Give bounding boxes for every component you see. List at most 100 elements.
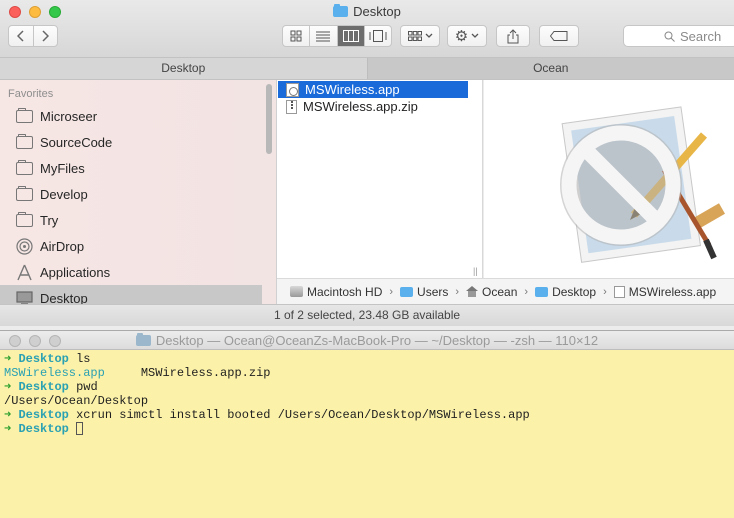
list-view-button[interactable] [310,26,338,46]
path-item-users[interactable]: Users [400,285,448,299]
arrange-grid-icon [407,31,422,41]
terminal-titlebar: Desktop — Ocean@OceanZs-MacBook-Pro — ~/… [0,330,734,350]
sidebar-item-try[interactable]: Try [0,207,262,233]
hard-drive-icon [290,286,303,297]
search-icon [664,31,675,42]
prompt-dir: Desktop [18,422,69,436]
chevron-right-icon [42,30,50,42]
path-item-mswireless-app[interactable]: MSWireless.app [613,284,717,299]
airdrop-icon [16,237,33,255]
path-separator-icon: › [455,285,460,298]
action-menu-button[interactable]: ⚙ [447,25,487,47]
path-separator-icon: › [389,285,394,298]
text-cursor [76,422,84,436]
prompt-dir: Desktop [18,380,69,394]
sidebar-item-label: Applications [40,264,111,280]
sidebar-item-airdrop[interactable]: AirDrop [0,233,262,259]
sidebar-item-label: Try [40,212,59,228]
tab-desktop[interactable]: Desktop [0,58,368,79]
sidebar-item-microseer[interactable]: Microseer [0,103,262,129]
folder-icon [135,333,151,346]
status-bar: 1 of 2 selected, 23.48 GB available [0,304,734,326]
tags-button[interactable] [539,25,579,47]
grid-icon [290,30,302,42]
terminal-line: MSWireless.app MSWireless.app.zip [4,366,730,380]
file-item-mswireless-zip[interactable]: MSWireless.app.zip [278,98,468,115]
command-text: xcrun simctl install booted /Users/Ocean… [76,408,530,422]
file-name: MSWireless.app.zip [303,99,418,114]
command-text: pwd [76,380,98,394]
prompt-arrow-icon: ➜ [4,380,19,394]
path-label: Macintosh HD [307,284,383,299]
terminal-line: ➜ Desktop pwd [4,380,730,394]
terminal-title: Desktop — Ocean@OceanZs-MacBook-Pro — ~/… [0,333,734,348]
tag-icon [550,31,568,41]
terminal-line: ➜ Desktop ls [4,352,730,366]
path-bar: Macintosh HD › Users › Ocean › Desktop ›… [277,278,734,304]
output-text: MSWireless.app [4,366,105,380]
window-title: Desktop [0,4,734,19]
gallery-view-button[interactable] [365,26,391,46]
icon-view-button[interactable] [283,26,311,46]
path-item-ocean[interactable]: Ocean [466,285,517,299]
prompt-dir: Desktop [18,408,69,422]
prompt-arrow-icon: ➜ [4,408,19,422]
sidebar-item-applications[interactable]: Applications [0,259,262,285]
applications-icon [17,264,32,280]
path-item-desktop[interactable]: Desktop [535,285,596,299]
terminal-line: ➜ Desktop xcrun simctl install booted /U… [4,408,730,422]
terminal-window: Desktop — Ocean@OceanZs-MacBook-Pro — ~/… [0,330,734,518]
sidebar-item-develop[interactable]: Develop [0,181,262,207]
path-separator-icon: › [524,285,529,298]
back-forward-control [8,25,58,47]
file-column: MSWireless.app MSWireless.app.zip || [277,80,483,278]
path-item-macintosh-hd[interactable]: Macintosh HD [290,285,382,299]
tab-ocean[interactable]: Ocean [367,58,734,79]
sidebar-item-desktop[interactable]: Desktop [0,285,262,304]
desktop-icon [16,291,33,304]
folder-icon [16,133,33,149]
share-icon [507,28,519,43]
arrange-button[interactable] [400,25,440,47]
app-file-icon [286,82,299,97]
list-icon [316,31,331,41]
sidebar-item-label: Desktop [40,290,88,305]
path-label: Users [417,284,449,299]
sidebar-item-myfiles[interactable]: MyFiles [0,155,262,181]
sidebar-heading-favorites: Favorites [8,88,54,100]
view-mode-control [282,25,392,47]
back-button[interactable] [9,26,34,46]
finder-window: Desktop ⚙ Search Desktop Ocean Favorites… [0,0,734,330]
tab-bar: Desktop Ocean [0,57,734,80]
path-separator-icon: › [603,285,607,298]
sidebar-item-sourcecode[interactable]: SourceCode [0,129,262,155]
search-field[interactable]: Search [623,25,734,47]
window-title-text: Desktop [353,4,401,19]
folder-icon [333,4,349,17]
column-resize-handle[interactable]: || [473,266,478,276]
coverflow-icon [369,30,387,42]
sidebar-item-label: AirDrop [40,238,85,254]
terminal-line: /Users/Ocean/Desktop [4,394,730,408]
home-icon [466,286,479,297]
path-label: MSWireless.app [628,284,717,299]
sidebar-item-label: Microseer [40,108,98,124]
gear-icon: ⚙ [454,28,469,45]
folder-icon [16,107,33,123]
forward-button[interactable] [34,26,58,46]
path-label: Desktop [552,284,597,299]
column-view-button[interactable] [337,26,365,46]
terminal-output[interactable]: ➜ Desktop ls MSWireless.app MSWireless.a… [4,352,730,436]
sidebar-scrollbar[interactable] [266,84,272,154]
output-text: /Users/Ocean/Desktop [4,394,149,408]
file-item-mswireless-app[interactable]: MSWireless.app [278,81,468,98]
command-text: ls [76,352,91,366]
terminal-title-text: Desktop — Ocean@OceanZs-MacBook-Pro — ~/… [155,333,599,348]
output-text: MSWireless.app.zip [140,366,271,380]
folder-icon [16,211,33,227]
folder-icon [535,286,549,297]
prompt-arrow-icon: ➜ [4,352,19,366]
chevron-down-icon [425,33,432,38]
share-button[interactable] [496,25,530,47]
search-placeholder: Search [680,28,722,44]
